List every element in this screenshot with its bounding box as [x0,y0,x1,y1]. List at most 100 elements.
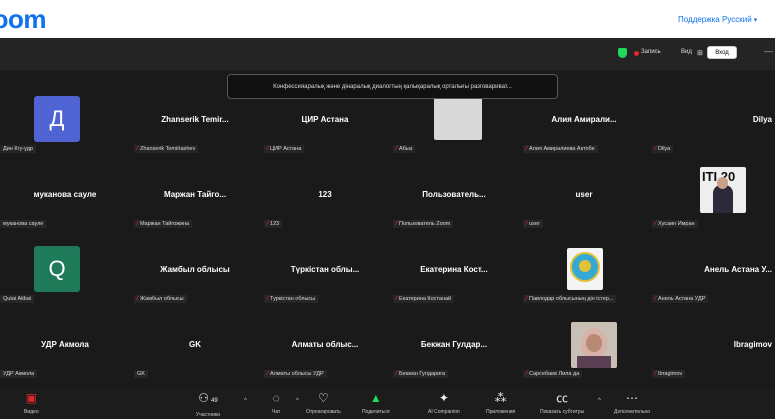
participant-name-label: ⁄ Анель Астана УДР [652,295,709,303]
mic-muted-icon: ⁄ [655,146,657,152]
apps-button[interactable]: ⁂ Приложения [486,391,515,415]
participant-label-text: 123 [270,221,280,227]
participant-display-name: 123 [318,190,332,199]
participant-tile[interactable]: ⁄ Павлодар облысының дін істер... [519,238,649,313]
support-link[interactable]: Поддержка [678,15,720,24]
participant-display-name: УДР Акмола [41,340,89,349]
participant-tile[interactable]: Zhanserik Temir... ⁄ Zhanserik Temirtashev [130,88,260,163]
mic-muted-icon: ⁄ [526,146,528,152]
participant-label-text: Дин Кгу-удр [3,146,33,152]
participant-tile[interactable]: Пользователь... ⁄ Пользователь Zoom [389,163,519,238]
enter-button[interactable]: Вход [707,46,737,59]
participant-name-label: ⁄ user [523,220,543,228]
participant-name-label: ⁄ Алматы облысы УДР [264,370,327,378]
reactions-button[interactable]: ♡ Отреагировать [306,391,341,415]
share-label: Поделиться [362,409,390,415]
gallery-view: Д Q ІТІ 20 Дин Кгу-удр Zhanserik Temir...… [0,88,775,388]
participant-label-text: Маржан Тайгожина [140,221,190,227]
more-button[interactable]: ⋯ Дополнительно [614,391,650,415]
ai-companion-label: AI Companion [428,409,460,415]
participant-name-label: ⁄ Туркістан облысы [264,295,319,303]
captions-button[interactable]: ㏄ Показать субтитры [540,391,584,415]
participant-name-label: ⁄ Жамбыл облысы [134,295,187,303]
mic-muted-icon: ⁄ [526,371,528,377]
participant-label-text: Сарсебаев Лила да [529,371,580,377]
cc-icon: ㏄ [556,391,569,405]
mic-muted-icon: ⁄ [655,221,657,227]
participant-tile[interactable]: user ⁄ user [519,163,649,238]
chat-caret-icon[interactable]: ^ [296,398,299,404]
participant-tile[interactable]: Екатерина Кост... ⁄ Екатерина Костанай [389,238,519,313]
participant-name-label: ⁄ ЦИР Астана [264,145,305,153]
participant-name-label: ⁄ Сарсебаев Лила да [523,370,583,378]
reactions-label: Отреагировать [306,409,341,415]
participant-label-text: Анель Астана УДР [658,296,706,302]
participant-name-label: ⁄ Павлодар облысының дін істер... [523,295,617,303]
participant-name-label: ⁄ 123 [264,220,283,228]
participant-tile[interactable]: ⁄ Сарсебаев Лила да [519,313,649,388]
participant-tile[interactable]: Маржан Тайго... ⁄ Маржан Тайгожина [130,163,260,238]
participant-display-name: Алия Амирали... [551,115,617,124]
language-selector[interactable]: Русский ▾ [722,15,757,24]
participants-label: Участники [196,412,220,418]
participant-tile[interactable]: ⁄ Хусаин Имран [648,163,775,238]
participant-name-label: муканова сауле [0,220,47,228]
participants-button[interactable]: ⚇ 49 Участники [196,391,220,418]
mic-muted-icon: ⁄ [396,146,398,152]
view-button[interactable]: Вид [681,49,692,55]
participant-label-text: Хусаин Имран [658,221,695,227]
participant-label-text: user [529,221,540,227]
participant-tile[interactable]: Жамбыл облысы ⁄ Жамбыл облысы [130,238,260,313]
mic-muted-icon: ⁄ [396,371,398,377]
captions-caret-icon[interactable]: ^ [598,398,601,404]
participant-display-name: Анель Астана У... [704,265,772,274]
participant-tile[interactable]: Анель Астана У... ⁄ Анель Астана УДР [648,238,775,313]
video-button[interactable]: ▣ Видео [24,391,39,415]
participant-tile[interactable]: Ibragimov ⁄ Ibragimov [648,313,775,388]
share-button[interactable]: ▲ Поделиться [362,391,390,415]
recording-label: Запись [641,49,661,55]
participant-tile[interactable]: Алия Амирали... ⁄ Алия Амиралиева Актобе [519,88,649,163]
participant-tile[interactable]: Qutai Aitbai [0,238,130,313]
participant-display-name: Пользователь... [422,190,486,199]
participant-tile[interactable]: ЦИР Астана ⁄ ЦИР Астана [260,88,390,163]
participant-tile[interactable]: Dilya ⁄ Dilya [648,88,775,163]
participant-tile[interactable]: УДР Акмола УДР Акмола [0,313,130,388]
minimize-icon[interactable]: — [764,46,773,56]
chevron-down-icon: ▾ [753,17,758,24]
mic-muted-icon: ⁄ [396,221,398,227]
chat-icon: ◌ [272,391,280,405]
mic-muted-icon: ⁄ [396,296,398,302]
participant-name-label: ⁄ Zhanserik Temirtashev [134,145,199,153]
recording-dot-icon [634,51,639,56]
participant-tile[interactable]: муканова сауле муканова сауле [0,163,130,238]
participant-tile[interactable]: Дин Кгу-удр [0,88,130,163]
mic-muted-icon: ⁄ [526,296,528,302]
participant-label-text: муканова сауле [3,221,44,227]
participant-tile[interactable]: Түркістан облы... ⁄ Туркістан облысы [260,238,390,313]
participant-tile[interactable]: 123 ⁄ 123 [260,163,390,238]
participant-tile[interactable]: Бекжан Гулдар... ⁄ Бекжан Гулдарига [389,313,519,388]
sparkle-icon: ✦ [438,391,449,405]
video-off-icon: ▣ [25,391,37,405]
participant-name-label: ⁄ Маржан Тайгожина [134,220,193,228]
participant-label-text: Екатерина Костанай [399,296,452,302]
participant-tile[interactable]: ⁄ Абыз [389,88,519,163]
language-label: Русский [722,15,752,24]
mic-muted-icon: ⁄ [267,296,269,302]
participant-display-name: Ibragimov [733,340,772,349]
chat-button[interactable]: ◌ Чат [272,391,280,415]
ai-companion-button[interactable]: ✦ AI Companion [428,391,460,415]
participant-name-label: ⁄ Абыз [393,145,416,153]
participant-tile[interactable]: Алматы облыс... ⁄ Алматы облысы УДР [260,313,390,388]
participants-caret-icon[interactable]: ^ [244,398,247,404]
participant-tile[interactable]: GK GK [130,313,260,388]
security-shield-icon[interactable] [618,48,627,58]
participant-label-text: Алматы облысы УДР [270,371,324,377]
participant-label-text: ЦИР Астана [270,146,302,152]
participant-display-name: Алматы облыс... [291,340,359,349]
apps-label: Приложения [486,409,516,415]
grid-icon[interactable]: ⊞ [697,49,703,57]
participant-display-name: Жамбыл облысы [160,265,230,274]
participant-name-label: ⁄ Хусаин Имран [652,220,698,228]
